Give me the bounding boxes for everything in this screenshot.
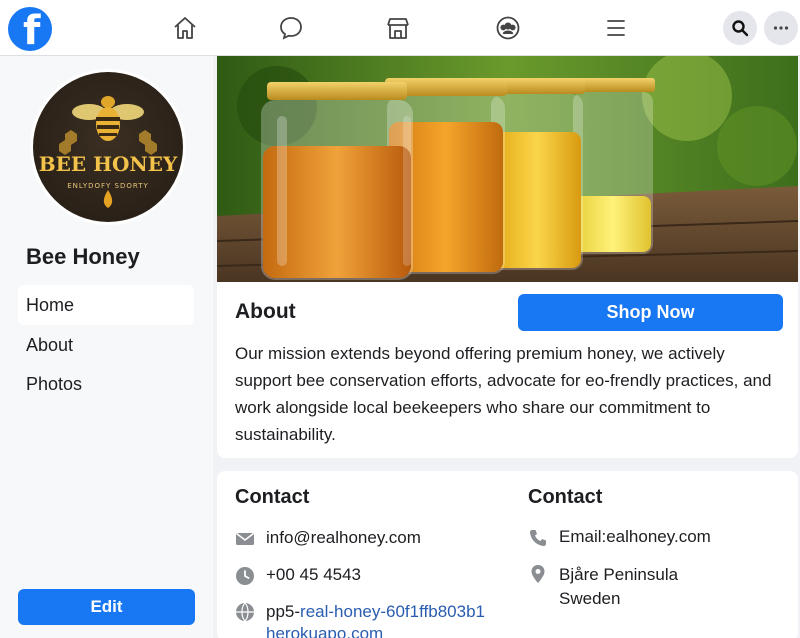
groups-icon[interactable] [492, 12, 524, 44]
home-icon[interactable] [169, 12, 201, 44]
menu-icon[interactable] [600, 12, 632, 44]
contact-card: Contact Contact info@realhoney.com +00 4… [217, 471, 798, 638]
about-card: About Shop Now Our mission extends beyon… [217, 282, 798, 458]
phone-icon [528, 528, 548, 548]
facebook-logo-letter: f [23, 8, 41, 51]
contact-phone-row[interactable]: +00 45 4543 [235, 565, 361, 586]
globe-icon [235, 602, 255, 622]
clock-icon [235, 566, 255, 586]
contact-title-right: Contact [528, 486, 603, 508]
avatar-sub-text: ENLYDOFY SDORTY [67, 182, 149, 190]
contact-title-left: Contact [235, 486, 310, 508]
search-button[interactable] [723, 11, 757, 45]
messenger-icon[interactable] [275, 12, 307, 44]
cover-photo[interactable] [217, 56, 798, 282]
search-icon [732, 20, 749, 37]
about-title: About [235, 300, 296, 323]
location-pin-icon [528, 564, 548, 584]
marketplace-icon[interactable] [382, 12, 414, 44]
contact-website-row[interactable]: pp5-real-honey-60f1ffb803b1 herokuapo.co… [235, 601, 485, 638]
edit-button[interactable]: Edit [18, 589, 195, 625]
contact-right-email: Email:ealhoney.com [559, 527, 711, 546]
sidebar-item-home[interactable]: Home [18, 285, 194, 325]
contact-email: info@realhoney.com [266, 528, 421, 547]
website-link[interactable]: real-honey-60f1ffb803b1 [300, 602, 485, 621]
more-icon [773, 26, 789, 30]
page-name: Bee Honey [26, 244, 140, 269]
location-line-1: Bjåre Peninsula [559, 565, 679, 584]
contact-email-row-right[interactable]: Email:ealhoney.com [528, 527, 711, 548]
contact-location-row[interactable]: Bjåre Peninsula Sweden [528, 563, 678, 611]
avatar[interactable]: BEE HONEY ENLYDOFY SDORTY [30, 69, 186, 225]
left-sidebar: BEE HONEY ENLYDOFY SDORTY Bee Honey Home… [0, 56, 213, 638]
website-link-domain[interactable]: herokuapo.com [266, 624, 383, 638]
website-prefix: pp5- [266, 602, 301, 621]
email-icon [235, 529, 255, 549]
contact-phone: +00 45 4543 [266, 565, 362, 584]
location-line-2: Sweden [559, 589, 621, 608]
bee-honey-logo: BEE HONEY ENLYDOFY SDORTY [33, 72, 183, 222]
shop-now-button[interactable]: Shop Now [518, 294, 783, 331]
sidebar-item-photos[interactable]: Photos [18, 364, 194, 404]
sidebar-item-about[interactable]: About [18, 325, 194, 365]
top-navbar: f [0, 0, 800, 56]
facebook-logo[interactable]: f [8, 7, 52, 51]
more-button[interactable] [764, 11, 798, 45]
avatar-brand-text: BEE HONEY [38, 152, 178, 176]
contact-email-row[interactable]: info@realhoney.com [235, 528, 421, 549]
about-description: Our mission extends beyond offering prem… [235, 344, 772, 444]
